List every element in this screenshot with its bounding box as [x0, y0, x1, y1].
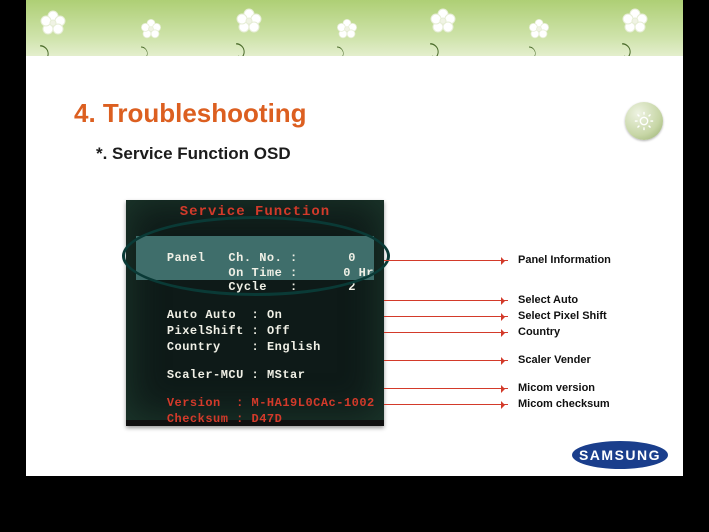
arrow-micom-version: [384, 388, 508, 389]
flower-icon: ⤸: [38, 8, 68, 38]
osd-checksum: Checksum : D47D: [136, 398, 374, 440]
arrow-panel-info: [384, 260, 508, 261]
arrow-select-pixel-shift: [384, 316, 508, 317]
arrow-select-auto: [384, 300, 508, 301]
label-select-auto: Select Auto: [518, 294, 578, 306]
arrow-micom-checksum: [384, 404, 508, 405]
label-scaler-vender: Scaler Vender: [518, 354, 591, 366]
arrow-scaler-vender: [384, 360, 508, 361]
label-select-pixel-shift: Select Pixel Shift: [518, 310, 607, 322]
page-heading: 4. Troubleshooting: [74, 98, 307, 129]
label-panel-information: Panel Information: [518, 254, 611, 266]
flower-icon: ⤸: [234, 6, 264, 36]
label-country: Country: [518, 326, 560, 338]
label-micom-checksum: Micom checksum: [518, 398, 610, 410]
osd-screenshot: Service Function Monitor On Time :0 Hr P…: [126, 200, 384, 426]
page-subheading: *. Service Function OSD: [96, 144, 291, 164]
svg-text:SAMSUNG: SAMSUNG: [579, 447, 661, 463]
arrow-country: [384, 332, 508, 333]
flower-icon: ⤸: [139, 17, 163, 41]
osd-title: Service Function: [126, 204, 384, 220]
samsung-logo: SAMSUNG: [571, 440, 669, 470]
bottom-black-bar: [0, 476, 709, 532]
flower-icon: ⤸: [335, 17, 359, 41]
label-micom-version: Micom version: [518, 382, 595, 394]
gear-icon: [625, 102, 663, 140]
flower-icon: ⤸: [527, 17, 551, 41]
flower-icon: ⤸: [620, 6, 650, 36]
flower-icon: ⤸: [428, 6, 458, 36]
